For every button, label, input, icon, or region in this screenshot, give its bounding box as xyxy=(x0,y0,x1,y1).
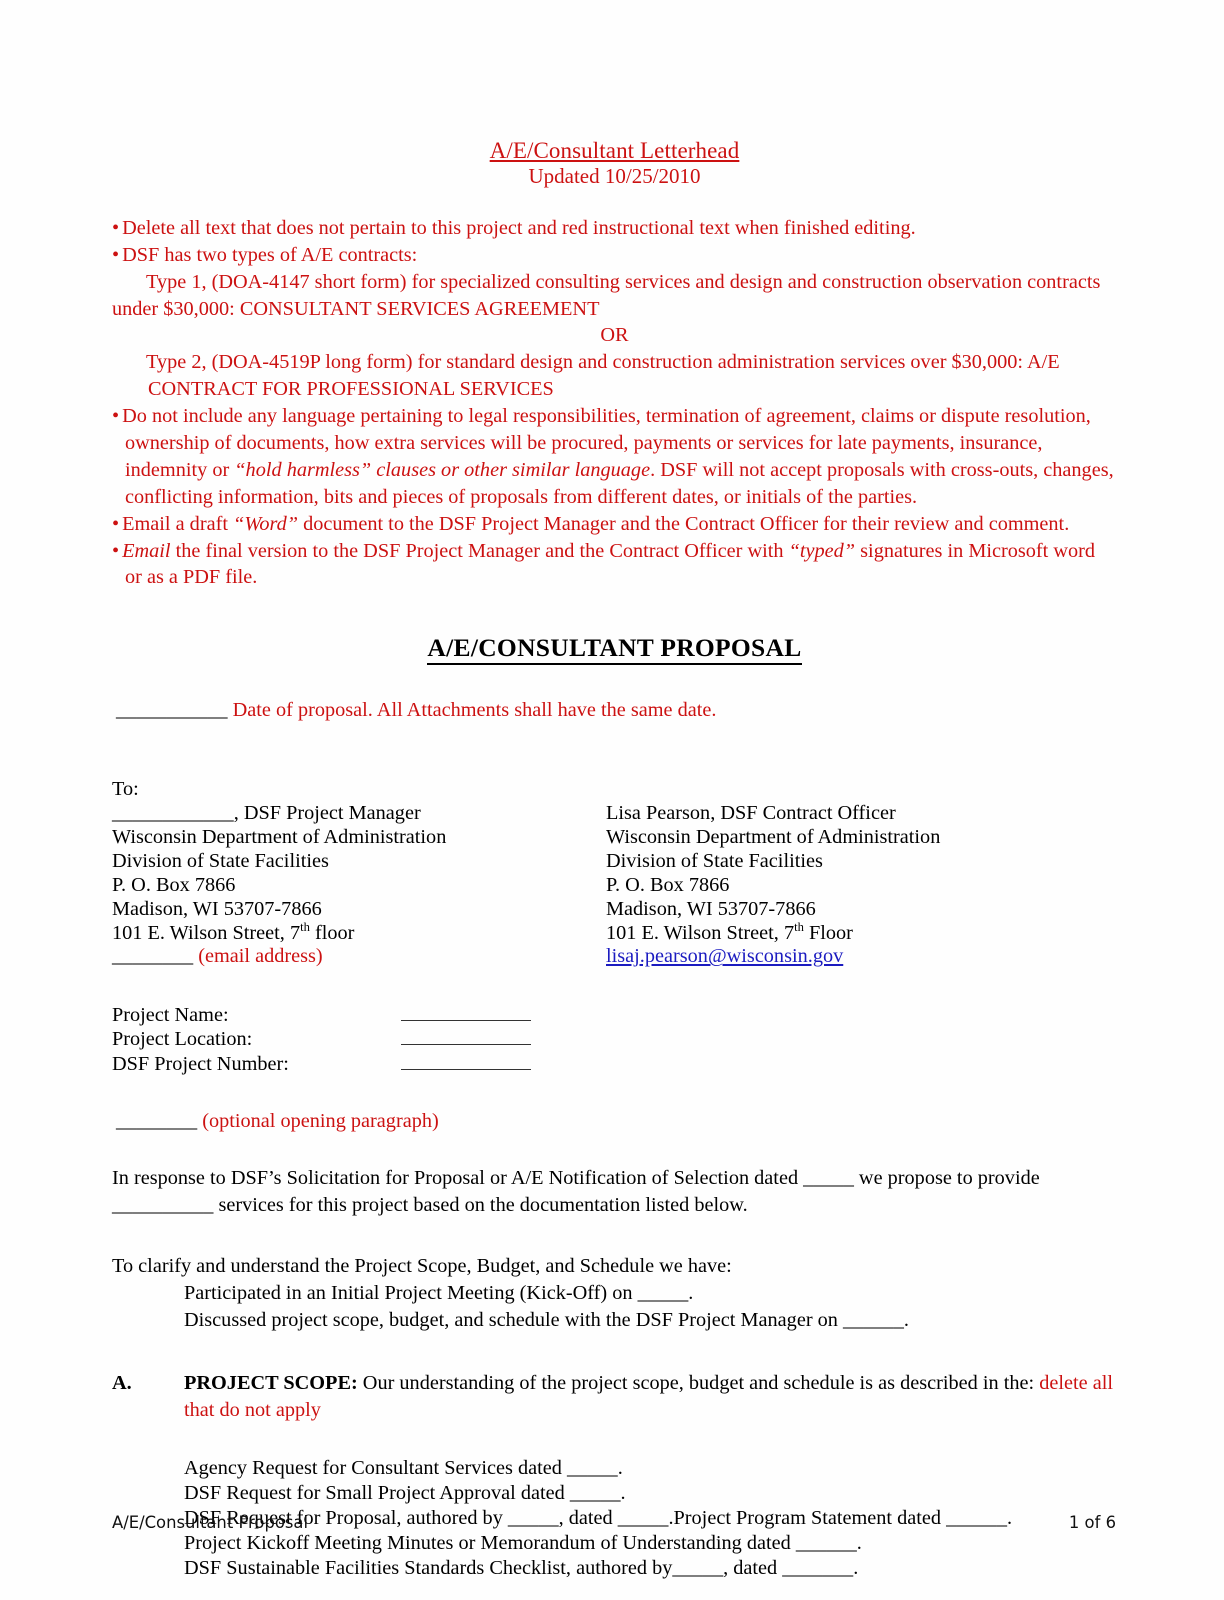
recipient-right-pobox: P. O. Box 7866 xyxy=(606,873,730,896)
recipients-block: ____________, DSF Project Manager Wiscon… xyxy=(112,802,1117,969)
clarify-block: To clarify and understand the Project Sc… xyxy=(112,1253,1117,1334)
instruction-bullet-5-italic2: “typed” xyxy=(788,539,856,562)
recipient-left-street-ordinal: th xyxy=(300,919,310,934)
recipient-left-department: Wisconsin Department of Administration xyxy=(112,826,447,849)
recipient-right-street-ordinal: th xyxy=(794,919,804,934)
recipient-right-column: Lisa Pearson, DSF Contract Officer Wisco… xyxy=(606,802,1106,969)
clarify-item-2: Discussed project scope, budget, and sch… xyxy=(184,1308,909,1331)
project-name-field[interactable] xyxy=(401,1003,631,1027)
instruction-bullet-5: • Email the final version to the DSF Proj… xyxy=(112,538,1117,592)
dsf-project-number-blank-rule[interactable] xyxy=(401,1052,531,1070)
to-label: To: xyxy=(112,778,139,801)
page-title: A/E/CONSULTANT PROPOSAL xyxy=(112,633,1117,666)
instruction-bullet-2: • DSF has two types of A/E contracts: xyxy=(112,242,1117,269)
instruction-bullet-4-part1: Email a draft xyxy=(122,512,234,535)
contract-type1-line1: Type 1, (DOA-4147 short form) for specia… xyxy=(146,270,1101,293)
footer-document-name: A/E/Consultant Proposal xyxy=(112,1513,309,1532)
list-item: DSF Sustainable Facilities Standards Che… xyxy=(184,1556,859,1579)
instruction-bullet-1: • Delete all text that does not pertain t… xyxy=(112,215,1117,242)
response-paragraph: In response to DSF’s Solicitation for Pr… xyxy=(112,1166,1040,1216)
instruction-bullet-4-italic: “Word” xyxy=(233,512,299,535)
instruction-bullet-5-italic-lead: Email xyxy=(122,539,171,562)
letterhead-title: A/E/Consultant Letterhead xyxy=(489,138,740,163)
recipient-left-name: ____________, DSF Project Manager xyxy=(112,802,421,825)
project-location-field[interactable] xyxy=(401,1028,631,1052)
list-item: Agency Request for Consultant Services d… xyxy=(184,1456,623,1479)
footer-page-number: 1 of 6 xyxy=(1068,1513,1116,1532)
recipient-right-email-link[interactable]: lisaj.pearson@wisconsin.gov xyxy=(606,945,1106,969)
optional-opening-paragraph-line: ________ (optional opening paragraph) xyxy=(112,1110,1117,1133)
recipient-left-city: Madison, WI 53707-7866 xyxy=(112,897,322,920)
section-a-text: Our understanding of the project scope, … xyxy=(357,1371,1040,1394)
project-name-blank-rule[interactable] xyxy=(401,1003,531,1021)
instruction-bullet-3-italic: “hold harmless” clauses or other similar… xyxy=(234,458,651,481)
project-name-label: Project Name: xyxy=(112,1003,229,1026)
contract-type2-line1: Type 2, (DOA-4519P long form) for standa… xyxy=(146,351,1060,374)
page-title-text: A/E/CONSULTANT PROPOSAL xyxy=(427,633,802,666)
section-a-body: PROJECT SCOPE: Our understanding of the … xyxy=(112,1370,1117,1424)
recipient-right-city: Madison, WI 53707-7866 xyxy=(606,897,816,920)
bullet-marker-icon: • xyxy=(112,243,120,266)
instruction-bullet-1-text: Delete all text that does not pertain to… xyxy=(122,216,916,239)
project-fields-table: Project Name: Project Location: DSF Proj… xyxy=(112,1003,631,1076)
clarify-intro: To clarify and understand the Project Sc… xyxy=(112,1254,732,1277)
section-a-letter: A. xyxy=(112,1371,132,1394)
project-location-label: Project Location: xyxy=(112,1028,253,1051)
email-link-text[interactable]: lisaj.pearson@wisconsin.gov xyxy=(606,945,843,967)
project-location-blank-rule[interactable] xyxy=(401,1028,531,1046)
recipient-left-street: 101 E. Wilson Street, 7th floor xyxy=(112,919,582,946)
recipient-left-pobox: P. O. Box 7866 xyxy=(112,873,236,896)
contract-type2-line2: CONTRACT FOR PROFESSIONAL SERVICES xyxy=(148,378,554,401)
optional-paragraph-instruction: (optional opening paragraph) xyxy=(202,1109,439,1132)
contract-type1-line2: under $30,000: CONSULTANT SERVICES AGREE… xyxy=(112,297,600,320)
date-of-proposal-line: ___________ Date of proposal. All Attach… xyxy=(112,699,1117,722)
recipient-right-street-suffix: Floor xyxy=(803,921,853,944)
recipient-right-department: Wisconsin Department of Administration xyxy=(606,826,941,849)
dsf-project-number-label: DSF Project Number: xyxy=(112,1052,289,1075)
instruction-bullet-2-text: DSF has two types of A/E contracts: xyxy=(122,243,418,266)
bullet-marker-icon: • xyxy=(112,216,120,239)
recipient-left-street-prefix: 101 E. Wilson Street, 7 xyxy=(112,921,301,944)
recipient-left-email-instruction: (email address) xyxy=(198,945,323,968)
document-page: A/E/Consultant Letterhead Updated 10/25/… xyxy=(0,0,1224,1600)
recipient-left-email-blank[interactable]: ________ xyxy=(112,945,193,967)
list-item: Project Kickoff Meeting Minutes or Memor… xyxy=(184,1531,862,1554)
instruction-block: • Delete all text that does not pertain t… xyxy=(112,215,1117,591)
list-item: DSF Request for Small Project Approval d… xyxy=(184,1481,626,1504)
recipient-left-column: ____________, DSF Project Manager Wiscon… xyxy=(112,802,582,969)
table-row: DSF Project Number: xyxy=(112,1052,631,1076)
letterhead-header: A/E/Consultant Letterhead xyxy=(112,138,1117,164)
instruction-bullet-5-part1: the final version to the DSF Project Man… xyxy=(170,539,789,562)
instruction-bullet-4-part2: document to the DSF Project Manager and … xyxy=(298,512,1070,535)
optional-paragraph-blank[interactable]: ________ xyxy=(116,1110,197,1132)
date-blank-field[interactable]: ___________ xyxy=(116,699,228,721)
page-footer: A/E/Consultant Proposal 1 of 6 xyxy=(112,1513,1116,1532)
dsf-project-number-field[interactable] xyxy=(401,1052,631,1076)
section-a-heading: PROJECT SCOPE: xyxy=(184,1371,358,1394)
recipient-right-name: Lisa Pearson, DSF Contract Officer xyxy=(606,802,896,825)
table-row: Project Location: xyxy=(112,1028,631,1052)
contract-or-label: OR xyxy=(600,324,629,347)
recipient-right-street: 101 E. Wilson Street, 7th Floor xyxy=(606,919,1106,946)
date-instruction-text: Date of proposal. All Attachments shall … xyxy=(232,699,717,722)
section-a: A. PROJECT SCOPE: Our understanding of t… xyxy=(112,1370,1117,1424)
recipient-left-street-suffix: floor xyxy=(309,921,355,944)
bullet-marker-icon: • xyxy=(112,539,120,562)
updated-date-line: Updated 10/25/2010 xyxy=(528,163,701,188)
bullet-marker-icon: • xyxy=(112,405,120,428)
instruction-bullet-3: • Do not include any language pertaining … xyxy=(112,403,1117,511)
recipient-left-division: Division of State Facilities xyxy=(112,850,329,873)
table-row: Project Name: xyxy=(112,1003,631,1027)
bullet-marker-icon: • xyxy=(112,512,120,535)
document-content: A/E/Consultant Letterhead Updated 10/25/… xyxy=(112,138,1117,1600)
recipient-right-street-prefix: 101 E. Wilson Street, 7 xyxy=(606,921,795,944)
recipient-left-email-line: ________ (email address) xyxy=(112,945,582,969)
recipient-right-division: Division of State Facilities xyxy=(606,850,823,873)
instruction-bullet-4: • Email a draft “Word” document to the DS… xyxy=(112,511,1117,538)
clarify-item-1: Participated in an Initial Project Meeti… xyxy=(184,1281,694,1304)
